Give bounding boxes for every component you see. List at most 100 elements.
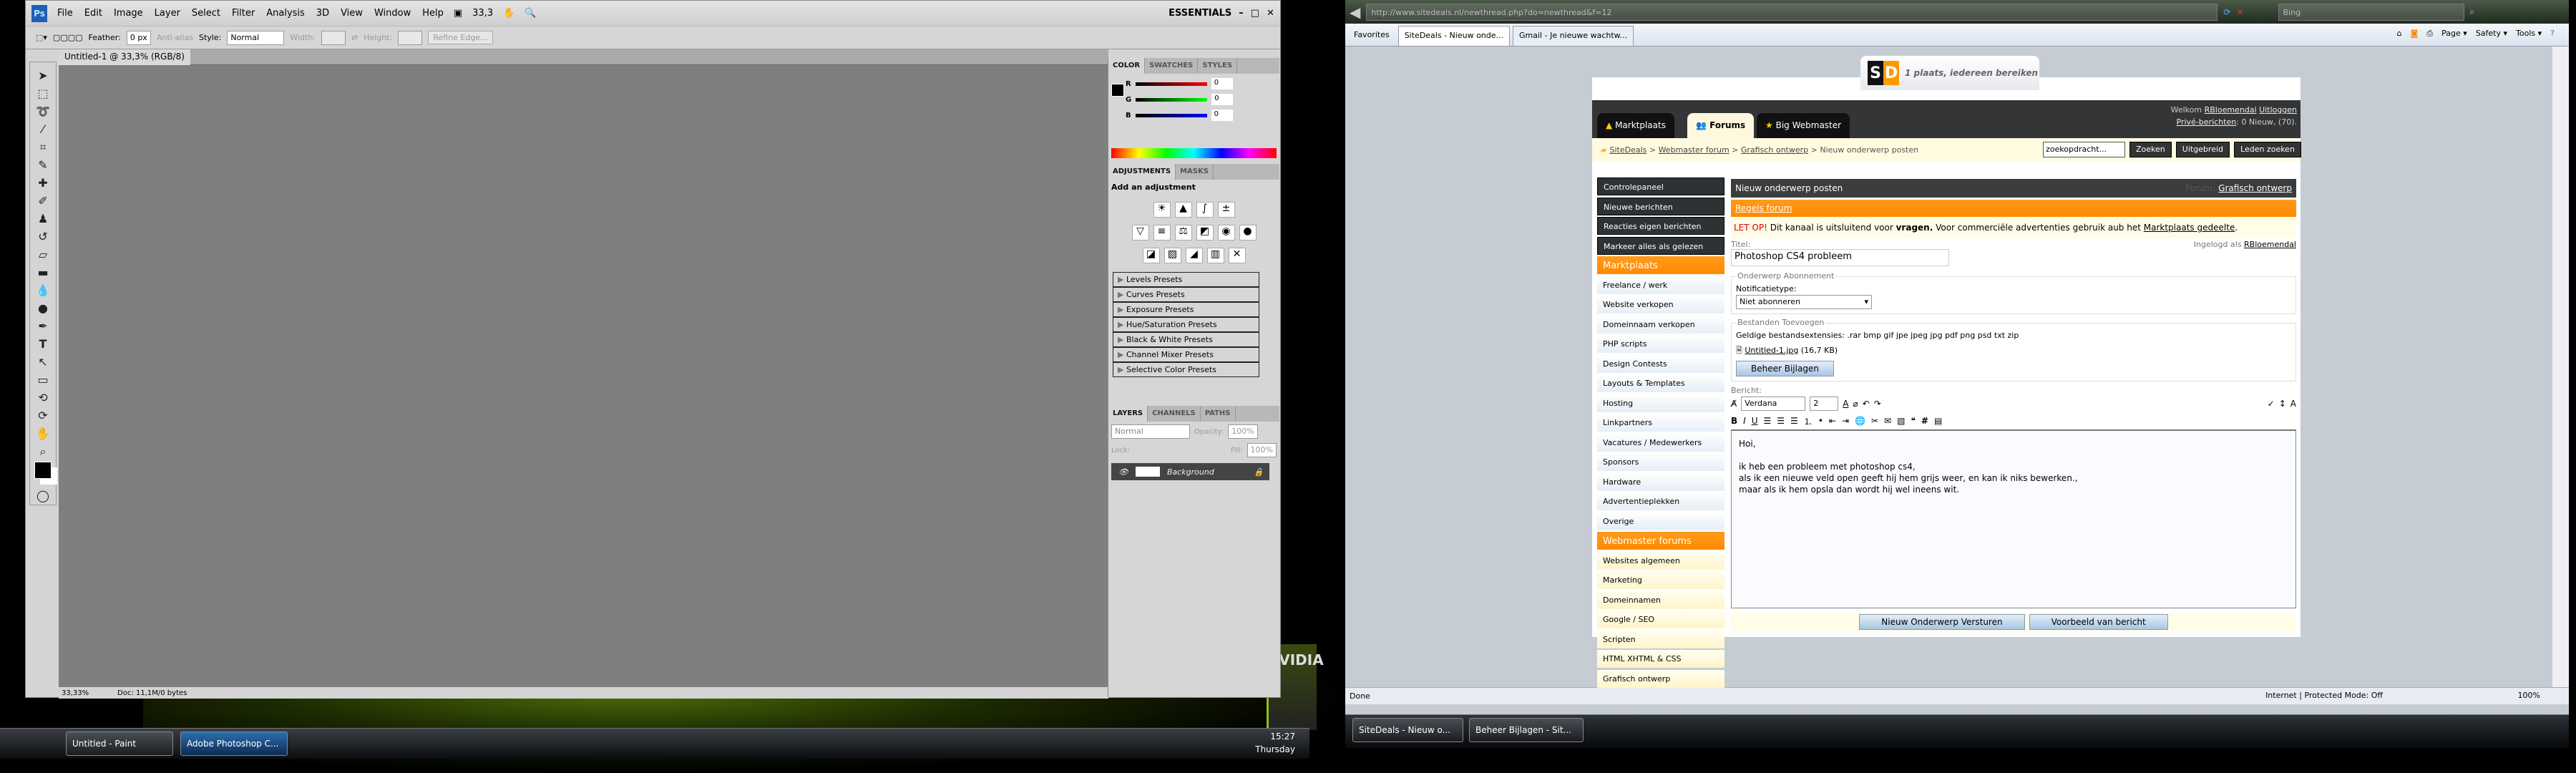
php-icon[interactable]: ▤ [1934, 416, 1942, 426]
black-white-icon[interactable]: ◩ [1196, 225, 1214, 240]
color-balance-icon[interactable]: ⚖ [1174, 225, 1192, 240]
brightness-icon[interactable]: ☀ [1153, 202, 1171, 218]
resize-icon[interactable]: ↕ [2279, 399, 2286, 409]
align-center-icon[interactable]: ☰ [1777, 416, 1785, 426]
tab-masks[interactable]: MASKS [1176, 164, 1214, 180]
brush-tool-icon[interactable]: ✐ [38, 193, 47, 209]
photo-filter-icon[interactable]: ◉ [1217, 225, 1235, 240]
sidebar-item[interactable]: Controlepaneel [1597, 178, 1724, 195]
maximize-button[interactable]: □ [1251, 8, 1259, 19]
page-menu[interactable]: Page ▾ [2441, 29, 2467, 39]
crop-tool-icon[interactable]: ⌗ [39, 140, 46, 155]
lasso-tool-icon[interactable]: ➰ [36, 104, 50, 120]
marquee-tool-icon[interactable]: ⬚ [37, 86, 48, 102]
blue-value[interactable]: 0 [1211, 110, 1233, 121]
font-select[interactable]: Verdana [1741, 397, 1806, 411]
width-input[interactable] [321, 30, 346, 45]
feather-input[interactable]: 0 px [126, 30, 151, 45]
preset-item[interactable]: ▶ Exposure Presets [1113, 302, 1259, 317]
redo-icon[interactable]: ↷ [1874, 399, 1881, 409]
print-icon[interactable]: ⎙ [2426, 29, 2433, 39]
height-input[interactable] [398, 30, 423, 45]
image-icon[interactable]: ▧ [1897, 416, 1905, 426]
sidebar-item[interactable]: Reacties eigen berichten [1597, 217, 1724, 235]
link-icon[interactable]: 🌐 [1855, 416, 1865, 426]
marquee-tool-icon[interactable]: ⬚▾ [36, 33, 47, 42]
taskbar-item-photoshop[interactable]: Adobe Photoshop C... [180, 731, 288, 756]
menu-help[interactable]: Help [422, 8, 444, 19]
user-link[interactable]: RBloemendal [2205, 105, 2257, 115]
tools-menu[interactable]: Tools ▾ [2516, 29, 2542, 39]
sidebar-item[interactable]: Sponsors [1597, 453, 1724, 471]
underline-icon[interactable]: U [1752, 416, 1758, 426]
menu-edit[interactable]: Edit [84, 8, 102, 19]
gradient-map-icon[interactable]: ▥ [1206, 248, 1224, 263]
home-icon[interactable]: ⌂ [2397, 29, 2402, 39]
sidebar-item[interactable]: Overige [1597, 512, 1724, 530]
sidebar-item[interactable]: Domeinnaam verkopen [1597, 315, 1724, 334]
selective-color-icon[interactable]: ✕ [1228, 248, 1246, 263]
tab-layers[interactable]: LAYERS [1108, 406, 1148, 422]
eyedropper-icon[interactable]: ✎ [38, 157, 47, 173]
safety-menu[interactable]: Safety ▾ [2476, 29, 2507, 39]
spellcheck-icon[interactable]: ✓ [2268, 399, 2275, 409]
advanced-search-button[interactable]: Uitgebreid [2175, 142, 2230, 157]
layer-background[interactable]: 👁 Background 🔒 [1111, 463, 1269, 480]
history-brush-icon[interactable]: ↺ [38, 229, 47, 245]
3d-orbit-icon[interactable]: ⟳ [38, 408, 47, 424]
dodge-tool-icon[interactable]: ● [38, 301, 48, 316]
path-select-icon[interactable]: ↖ [38, 354, 47, 370]
tab-swatches[interactable]: SWATCHES [1145, 58, 1199, 74]
security-zone[interactable]: Internet | Protected Mode: Off [2265, 691, 2383, 700]
preset-item[interactable]: ▶ Hue/Saturation Presets [1113, 317, 1259, 332]
stop-icon[interactable]: ✕ [2236, 7, 2243, 17]
invert-icon[interactable]: ◪ [1142, 248, 1160, 263]
menu-select[interactable]: Select [192, 8, 220, 19]
bridge-icon[interactable]: ▣ [454, 8, 462, 19]
visibility-eye-icon[interactable]: 👁 [1118, 467, 1128, 477]
tab-gmail[interactable]: Gmail - Je nieuwe wachtw... [1513, 26, 1634, 46]
wysiwyg-toggle-icon[interactable]: A [2290, 399, 2296, 409]
tab-color[interactable]: COLOR [1108, 58, 1146, 74]
preset-item[interactable]: ▶ Curves Presets [1113, 287, 1259, 302]
quick-mask-icon[interactable]: ◯ [36, 488, 49, 504]
blend-mode-select[interactable]: Normal [1111, 424, 1190, 439]
sidebar-item[interactable]: Nieuwe berichten [1597, 197, 1724, 215]
back-button[interactable]: ◀ [1350, 4, 1360, 21]
menu-filter[interactable]: Filter [232, 8, 255, 19]
3d-rotate-icon[interactable]: ⟲ [38, 390, 47, 406]
tab-channels[interactable]: CHANNELS [1148, 406, 1201, 422]
posterize-icon[interactable]: ▨ [1163, 248, 1181, 263]
sidebar-item[interactable]: Hosting [1597, 394, 1724, 412]
minimize-button[interactable]: – [1239, 8, 1244, 19]
undo-icon[interactable]: ↶ [1863, 399, 1870, 409]
title-input[interactable]: Photoshop CS4 probleem [1731, 249, 1949, 266]
code-icon[interactable]: # [1921, 416, 1928, 426]
tab-paths[interactable]: PATHS [1201, 406, 1236, 422]
outdent-icon[interactable]: ⇤ [1829, 416, 1836, 426]
logout-link[interactable]: Uitloggen [2259, 105, 2297, 115]
zoom-level[interactable]: 33,3 [472, 8, 493, 19]
document-tab[interactable]: Untitled-1 @ 33,3% (RGB/8) [59, 49, 190, 65]
preview-button[interactable]: Voorbeeld van bericht [2029, 614, 2168, 630]
sidebar-item[interactable]: Freelance / werk [1597, 276, 1724, 294]
search-box[interactable]: Bing [2278, 3, 2464, 21]
sidebar-item[interactable]: Grafisch ontwerp [1597, 669, 1724, 688]
antialias-checkbox[interactable]: Anti-alias [157, 33, 193, 42]
menu-file[interactable]: File [57, 8, 73, 19]
clock-time[interactable]: 15:27 [1255, 730, 1295, 743]
nav-marktplaats[interactable]: ▲ Marktplaats [1597, 113, 1674, 138]
search-icon[interactable]: ⌕ [2470, 6, 2475, 17]
tab-adjustments[interactable]: ADJUSTMENTS [1108, 164, 1176, 180]
submit-button[interactable]: Nieuw Onderwerp Versturen [1859, 614, 2025, 630]
unlink-icon[interactable]: ✂ [1871, 416, 1878, 426]
preset-item[interactable]: ▶ Selective Color Presets [1113, 362, 1259, 377]
zoom-tool-icon[interactable]: ⌕ [40, 444, 47, 460]
search-button[interactable]: Zoeken [2129, 142, 2172, 157]
hand-icon[interactable]: ✋ [503, 8, 514, 19]
hand-tool-icon[interactable]: ✋ [36, 426, 50, 442]
italic-icon[interactable]: I [1743, 416, 1746, 426]
marktplaats-link[interactable]: Marktplaats gedeelte [2144, 223, 2235, 233]
zoom-readout[interactable]: 33,33% [62, 689, 89, 697]
move-tool-icon[interactable]: ➤ [38, 68, 47, 84]
